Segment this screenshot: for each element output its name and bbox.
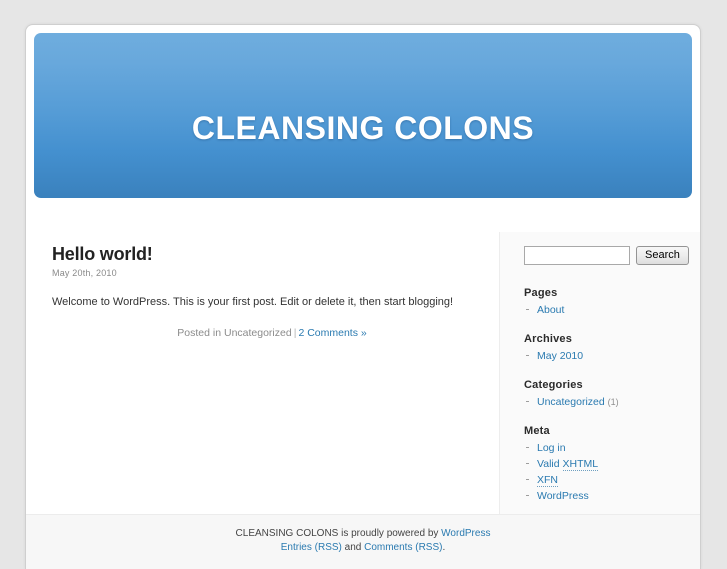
site-title[interactable]: CLEANSING COLONS: [34, 110, 692, 146]
footer-feeds-conjunction: and: [341, 542, 365, 553]
search-input[interactable]: [524, 246, 630, 265]
footer-wordpress-link[interactable]: WordPress: [441, 528, 490, 539]
sidebar-link-uncategorized[interactable]: Uncategorized: [537, 396, 605, 408]
post-body-text: Welcome to WordPress. This is your first…: [52, 296, 454, 308]
footer-comments-rss-link[interactable]: Comments (RSS): [364, 542, 442, 553]
sidebar-link-about[interactable]: About: [537, 304, 564, 316]
post-meta-prefix: Posted in: [177, 327, 224, 339]
list-item: WordPress: [524, 490, 686, 502]
sidebar-link-may-2010[interactable]: May 2010: [537, 350, 583, 362]
search-button[interactable]: Search: [636, 246, 689, 265]
list-item: Uncategorized (1): [524, 396, 686, 408]
widget-list-meta: Log in Valid XHTML XFN WordPress: [524, 442, 686, 502]
footer-feeds-period: .: [442, 542, 446, 553]
widget-pages: Pages About: [524, 287, 686, 316]
sidebar-column: Search Pages About Archives May 2010 Cat…: [499, 232, 700, 522]
list-bullet-icon: [526, 447, 529, 448]
site-footer: CLEANSING COLONS is proudly powered by W…: [26, 514, 700, 569]
list-item: Valid XHTML: [524, 458, 686, 471]
footer-credit-text: CLEANSING COLONS is proudly powered by: [235, 528, 442, 539]
widget-title-meta: Meta: [524, 425, 550, 437]
list-item: About: [524, 304, 686, 316]
post-category-label: Uncategorized: [223, 327, 292, 339]
widget-categories: Categories Uncategorized (1): [524, 379, 686, 408]
sidebar-link-valid-xhtml[interactable]: Valid XHTML: [537, 458, 599, 471]
post-article: Hello world! May 20th, 2010 Welcome to W…: [52, 208, 492, 339]
list-bullet-icon: [526, 401, 529, 402]
sidebar-link-wordpress[interactable]: WordPress: [537, 490, 589, 502]
footer-line-feeds: Entries (RSS) and Comments (RSS).: [26, 541, 700, 555]
list-bullet-icon: [526, 355, 529, 356]
sidebar-link-xfn[interactable]: XFN: [537, 474, 558, 487]
widget-list-archives: May 2010: [524, 350, 686, 362]
list-item: XFN: [524, 474, 686, 487]
category-post-count: (1): [607, 397, 619, 407]
post-meta-line: Posted in Uncategorized | 2 Comments »: [52, 327, 492, 339]
widget-meta: Meta Log in Valid XHTML XFN WordPress: [524, 425, 686, 502]
widget-list-pages: About: [524, 304, 686, 316]
xfn-abbr: XFN: [537, 474, 558, 487]
list-bullet-icon: [526, 495, 529, 496]
valid-xhtml-label: Valid XHTML: [537, 458, 599, 471]
site-header-banner: CLEANSING COLONS: [34, 33, 692, 198]
widget-title-pages: Pages: [524, 287, 558, 299]
page-container: CLEANSING COLONS Hello world! May 20th, …: [25, 24, 701, 569]
content-column: Hello world! May 20th, 2010 Welcome to W…: [52, 208, 492, 339]
post-title[interactable]: Hello world!: [52, 244, 492, 264]
list-item: Log in: [524, 442, 686, 454]
main-columns: Hello world! May 20th, 2010 Welcome to W…: [26, 208, 700, 522]
footer-entries-rss-link[interactable]: Entries (RSS): [281, 542, 342, 553]
footer-line-credit: CLEANSING COLONS is proudly powered by W…: [26, 527, 700, 541]
post-comments-link[interactable]: 2 Comments »: [298, 327, 366, 339]
list-bullet-icon: [526, 463, 529, 464]
widget-title-categories: Categories: [524, 379, 583, 391]
list-bullet-icon: [526, 479, 529, 480]
widget-title-archives: Archives: [524, 333, 573, 345]
widget-list-categories: Uncategorized (1): [524, 396, 686, 408]
list-bullet-icon: [526, 309, 529, 310]
post-date: May 20th, 2010: [52, 268, 117, 278]
list-item: May 2010: [524, 350, 686, 362]
widget-archives: Archives May 2010: [524, 333, 686, 362]
sidebar-link-login[interactable]: Log in: [537, 442, 566, 454]
search-form: Search: [524, 246, 689, 265]
